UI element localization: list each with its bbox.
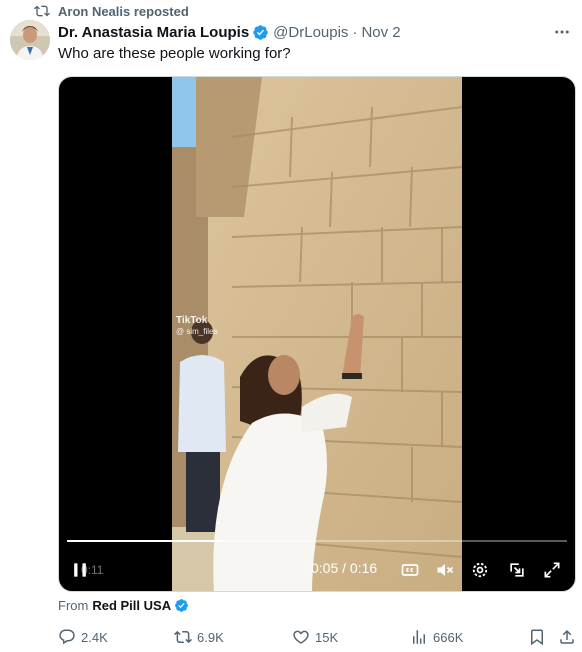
picture-in-picture-button[interactable] <box>506 559 528 581</box>
fullscreen-button[interactable] <box>541 559 563 581</box>
mute-icon <box>437 564 454 576</box>
views-button[interactable]: 666K <box>410 627 463 647</box>
verified-icon <box>175 599 188 612</box>
author-name[interactable]: Dr. Anastasia Maria Loupis <box>58 24 249 41</box>
tweet-header: Dr. Anastasia Maria Loupis @DrLoupis · N… <box>58 22 401 42</box>
retweet-icon <box>174 630 192 644</box>
progress-bar[interactable] <box>67 540 567 542</box>
repost-icon <box>34 5 50 17</box>
fullscreen-icon <box>544 562 560 578</box>
video-source: From Red Pill USA <box>58 598 193 613</box>
settings-button[interactable] <box>469 559 491 581</box>
video-player[interactable]: TikTok @ sim_files 0:11 0:05 / 0:16 <box>58 76 576 592</box>
time-display: 0:05 / 0:16 <box>311 560 377 576</box>
bookmark-button[interactable] <box>528 627 546 647</box>
more-icon <box>555 30 569 34</box>
views-count: 666K <box>433 629 464 645</box>
share-button[interactable] <box>558 627 576 647</box>
pip-icon <box>510 563 524 577</box>
reply-count: 2.4K <box>81 629 108 645</box>
views-icon <box>413 630 425 644</box>
retweet-count: 6.9K <box>197 629 224 645</box>
action-bar: 2.4K 6.9K 15K 666K <box>58 627 576 647</box>
tweet-text: Who are these people working for? <box>58 45 291 62</box>
repost-indicator[interactable]: Aron Nealis reposted <box>34 2 189 20</box>
like-count: 15K <box>315 629 339 645</box>
duration: 0:16 <box>349 560 378 576</box>
retweet-button[interactable]: 6.9K <box>174 627 224 647</box>
video-controls: 0:11 0:05 / 0:16 <box>59 547 575 591</box>
tiktok-user: @ sim_files <box>176 327 218 336</box>
thumbnail-timestamp: 0:11 <box>81 563 104 577</box>
tweet-date[interactable]: Nov 2 <box>361 24 400 41</box>
more-button[interactable] <box>552 22 572 42</box>
progress-fill <box>67 540 222 542</box>
time-separator: / <box>338 560 350 576</box>
avatar[interactable] <box>10 20 50 60</box>
mute-button[interactable] <box>434 559 456 581</box>
settings-icon <box>472 562 488 578</box>
separator-dot: · <box>352 23 358 41</box>
bookmark-icon <box>531 629 543 646</box>
tiktok-watermark: TikTok @ sim_files <box>176 315 217 337</box>
like-button[interactable]: 15K <box>292 627 338 647</box>
reply-button[interactable]: 2.4K <box>58 627 108 647</box>
captions-button[interactable] <box>399 559 421 581</box>
verified-icon <box>253 24 268 40</box>
tiktok-brand: TikTok <box>176 315 208 326</box>
reply-icon <box>59 629 75 645</box>
author-handle[interactable]: @DrLoupis <box>273 24 348 41</box>
cc-icon <box>401 564 419 576</box>
share-icon <box>560 629 574 644</box>
repost-label: Aron Nealis reposted <box>58 3 189 19</box>
current-time: 0:05 <box>311 560 339 576</box>
source-prefix: From <box>58 598 89 613</box>
source-name[interactable]: Red Pill USA <box>92 598 171 613</box>
like-icon <box>293 630 309 644</box>
